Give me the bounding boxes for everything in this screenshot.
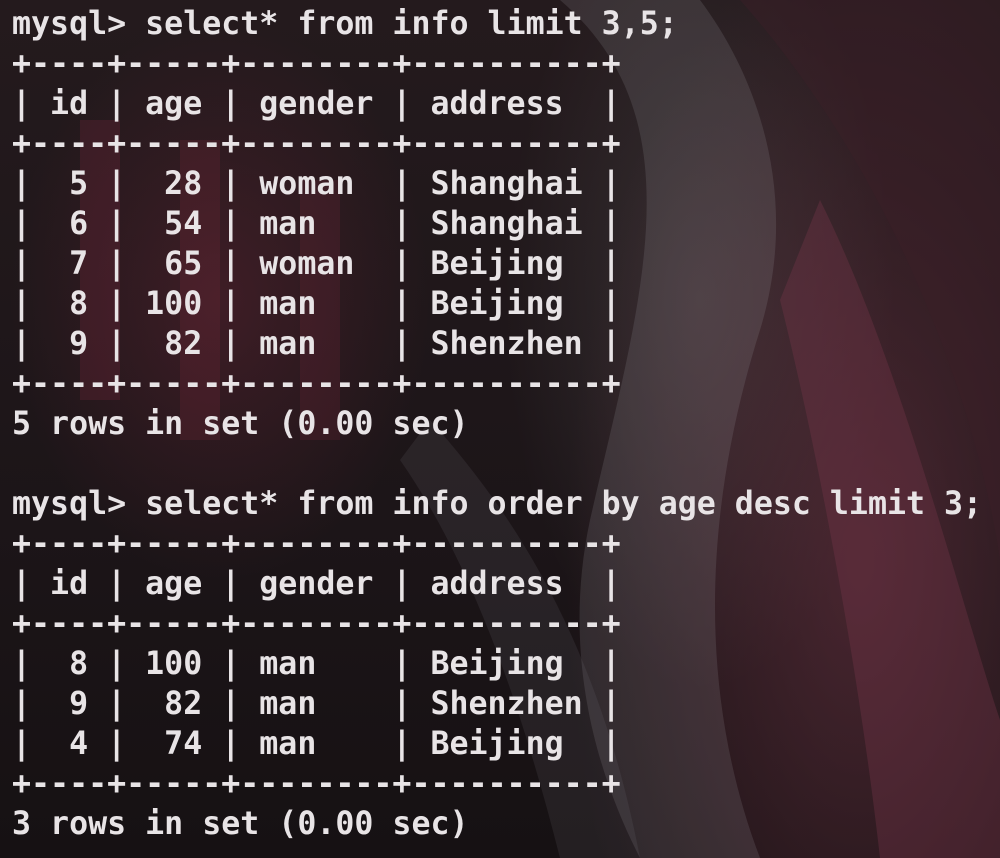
terminal-line: mysql> select* from info limit 3,5; [12,6,678,42]
terminal-line: +----+-----+--------+----------+ [12,46,621,82]
terminal-line: | id | age | gender | address | [12,86,621,122]
terminal-line: | 4 | 74 | man | Beijing | [12,726,621,762]
terminal-line: | 8 | 100 | man | Beijing | [12,286,621,322]
terminal-line: 3 rows in set (0.00 sec) [12,806,469,842]
terminal-output: mysql> select* from info limit 3,5; +----… [12,4,982,844]
terminal-line: | 9 | 82 | man | Shenzhen | [12,686,621,722]
terminal-line: | 5 | 28 | woman | Shanghai | [12,166,621,202]
terminal-line: | id | age | gender | address | [12,566,621,602]
terminal-line: | 9 | 82 | man | Shenzhen | [12,326,621,362]
terminal-line: mysql> select* from info order by age de… [12,486,983,522]
terminal-line: 5 rows in set (0.00 sec) [12,406,469,442]
terminal-line: +----+-----+--------+----------+ [12,126,621,162]
terminal-line: +----+-----+--------+----------+ [12,366,621,402]
terminal-line: +----+-----+--------+----------+ [12,606,621,642]
terminal-line: +----+-----+--------+----------+ [12,766,621,802]
terminal-line: | 8 | 100 | man | Beijing | [12,646,621,682]
terminal-line: +----+-----+--------+----------+ [12,526,621,562]
terminal-line: | 7 | 65 | woman | Beijing | [12,246,621,282]
terminal-line: | 6 | 54 | man | Shanghai | [12,206,621,242]
